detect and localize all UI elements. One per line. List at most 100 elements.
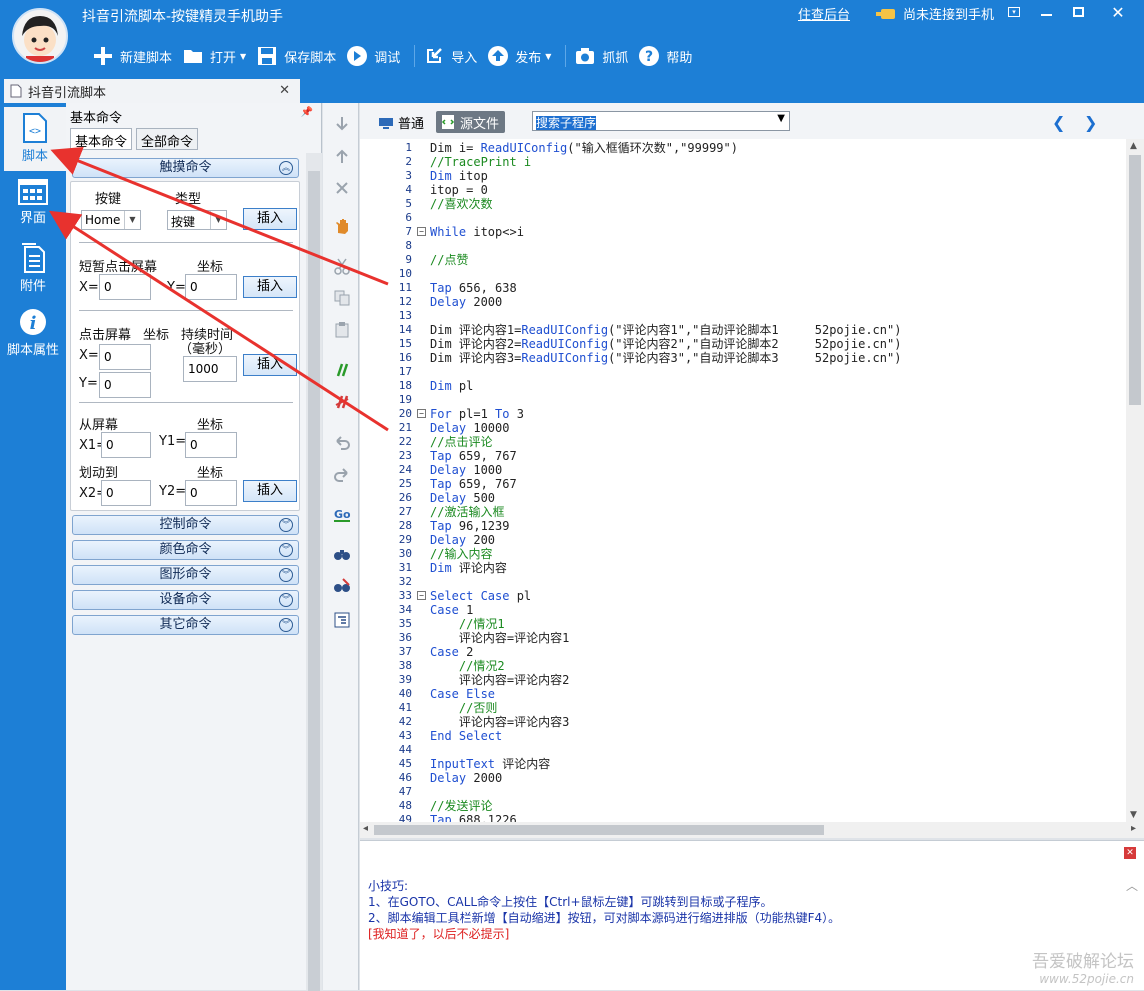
code-line[interactable]: 1 Dim i= ReadUIConfig("输入框循环次数","99999") [360,141,1126,155]
delete-icon[interactable] [333,179,351,197]
short-tap-x-field[interactable]: 0 [99,274,151,300]
code-line[interactable]: 45 InputText 评论内容 [360,757,1126,771]
publish-button[interactable]: 发布 ▼ [485,42,559,70]
hand-icon[interactable] [333,217,351,235]
nav-item-attachment[interactable]: 附件 [0,237,66,301]
redo-icon[interactable] [333,465,351,483]
code-line[interactable]: 15 Dim 评论内容2=ReadUIConfig("评论内容2","自动评论脚本… [360,337,1126,351]
code-line[interactable]: 32 [360,575,1126,589]
code-line[interactable]: 8 [360,239,1126,253]
code-line[interactable]: 28 Tap 96,1239 [360,519,1126,533]
import-button[interactable]: 导入 [421,42,485,70]
fold-toggle-icon[interactable]: − [417,227,426,236]
scroll-left-icon[interactable]: ◂ [363,823,368,834]
tips-dismiss-link[interactable]: [我知道了，以后不必提示] [368,925,509,942]
tab-basic-commands[interactable]: 基本命令 [70,128,133,150]
code-vertical-scrollbar[interactable]: ▲ ▼ [1126,139,1144,822]
nav-item-ui[interactable]: 界面 [0,173,66,237]
auto-indent-icon[interactable] [333,611,351,629]
document-tab[interactable]: 抖音引流脚本 ✕ [4,79,300,103]
insert-short-tap-button[interactable]: 插入 [243,276,297,298]
code-line[interactable]: 5 //喜欢次数 [360,197,1126,211]
open-button[interactable]: 打开 ▼ [180,42,254,70]
code-line[interactable]: 11 Tap 656, 638 [360,281,1126,295]
code-line[interactable]: 37 Case 2 [360,645,1126,659]
code-line[interactable]: 14 Dim 评论内容1=ReadUIConfig("评论内容1","自动评论脚本… [360,323,1126,337]
tips-scroll-up-icon[interactable]: ︿ [1126,877,1138,894]
arrow-down-icon[interactable] [333,115,351,133]
code-line[interactable]: 24 Delay 1000 [360,463,1126,477]
code-line[interactable]: 4 itop = 0 [360,183,1126,197]
code-line[interactable]: 13 [360,309,1126,323]
code-line[interactable]: 48 //发送评论 [360,799,1126,813]
nav-item-script[interactable]: <> 脚本 [4,107,66,171]
code-line[interactable]: 36 评论内容=评论内容1 [360,631,1126,645]
command-panel-scrollbar[interactable] [306,153,322,991]
section-touch-commands[interactable]: 触摸命令 ︽ [72,158,299,178]
tab-all-commands[interactable]: 全部命令 [136,128,199,150]
paste-icon[interactable] [333,321,351,339]
arrow-up-icon[interactable] [333,147,351,165]
undo-icon[interactable] [333,433,351,451]
code-line[interactable]: 18 Dim pl [360,379,1126,393]
subroutine-search-select[interactable]: 搜索子程序 ▼ [532,111,790,131]
code-line[interactable]: 16 Dim 评论内容3=ReadUIConfig("评论内容3","自动评论脚本… [360,351,1126,365]
section-color-commands[interactable]: 颜色命令 ︾ [72,540,299,560]
code-line[interactable]: 44 [360,743,1126,757]
type-select[interactable]: 按键 ▼ [167,210,227,230]
save-script-button[interactable]: 保存脚本 [254,42,344,70]
code-line[interactable]: 49 Tap 688,1226 [360,813,1126,822]
code-line[interactable]: 39 评论内容=评论内容2 [360,673,1126,687]
code-line[interactable]: 42 评论内容=评论内容3 [360,715,1126,729]
new-script-button[interactable]: 新建脚本 [90,42,180,70]
avatar[interactable] [12,8,68,64]
swipe-y1-field[interactable]: 0 [185,432,237,458]
code-line[interactable]: 38 //情况2 [360,659,1126,673]
maximize-button[interactable] [1064,2,1092,22]
code-line[interactable]: 19 [360,393,1126,407]
code-line[interactable]: 43 End Select [360,729,1126,743]
code-line[interactable]: 17 [360,365,1126,379]
code-line[interactable]: 29 Delay 200 [360,533,1126,547]
cut-icon[interactable] [333,257,351,275]
find-icon[interactable] [333,545,351,563]
section-control-commands[interactable]: 控制命令 ︾ [72,515,299,535]
code-line[interactable]: 33− Select Case pl [360,589,1126,603]
hold-tap-x-field[interactable]: 0 [99,344,151,370]
hold-tap-y-field[interactable]: 0 [99,372,151,398]
code-line[interactable]: 21 Delay 10000 [360,421,1126,435]
code-line[interactable]: 40 Case Else [360,687,1126,701]
code-line[interactable]: 35 //情况1 [360,617,1126,631]
insert-key-button[interactable]: 插入 [243,208,297,230]
code-line[interactable]: 27 //激活输入框 [360,505,1126,519]
scroll-right-icon[interactable]: ▸ [1131,823,1136,834]
close-button[interactable]: ✕ [1104,2,1132,22]
code-line[interactable]: 46 Delay 2000 [360,771,1126,785]
code-editor[interactable]: 1 Dim i= ReadUIConfig("输入框循环次数","99999") 2… [360,139,1126,822]
scrollbar-thumb[interactable] [374,825,824,835]
uncomment-icon[interactable] [333,393,351,411]
nav-back-icon[interactable]: ❮ [1052,113,1065,132]
tips-close-icon[interactable]: ✕ [1124,847,1136,859]
code-line[interactable]: 22 //点击评论 [360,435,1126,449]
code-line[interactable]: 31 Dim 评论内容 [360,561,1126,575]
code-line[interactable]: 2 //TracePrint i [360,155,1126,169]
menu-dropdown-button[interactable]: ▾ [1000,2,1028,22]
find-replace-icon[interactable] [333,577,351,595]
fold-toggle-icon[interactable]: − [417,591,426,600]
mode-source-tab[interactable]: 源文件 [436,111,506,133]
short-tap-y-field[interactable]: 0 [185,274,237,300]
open-caret-icon[interactable]: ▼ [240,52,246,61]
comment-icon[interactable] [333,361,351,379]
code-line[interactable]: 20− For pl=1 To 3 [360,407,1126,421]
scrollbar-thumb[interactable] [308,171,320,991]
goto-icon[interactable]: Go [333,505,351,523]
swipe-y2-field[interactable]: 0 [185,480,237,506]
section-other-commands[interactable]: 其它命令 ︾ [72,615,299,635]
connection-status[interactable]: 尚未连接到手机 [875,4,994,23]
scroll-up-icon[interactable]: ▲ [1130,141,1137,151]
capture-button[interactable]: 抓抓 [572,42,636,70]
key-select[interactable]: Home ▼ [81,210,141,230]
debug-button[interactable]: 调试 [344,42,408,70]
code-line[interactable]: 3 Dim itop [360,169,1126,183]
